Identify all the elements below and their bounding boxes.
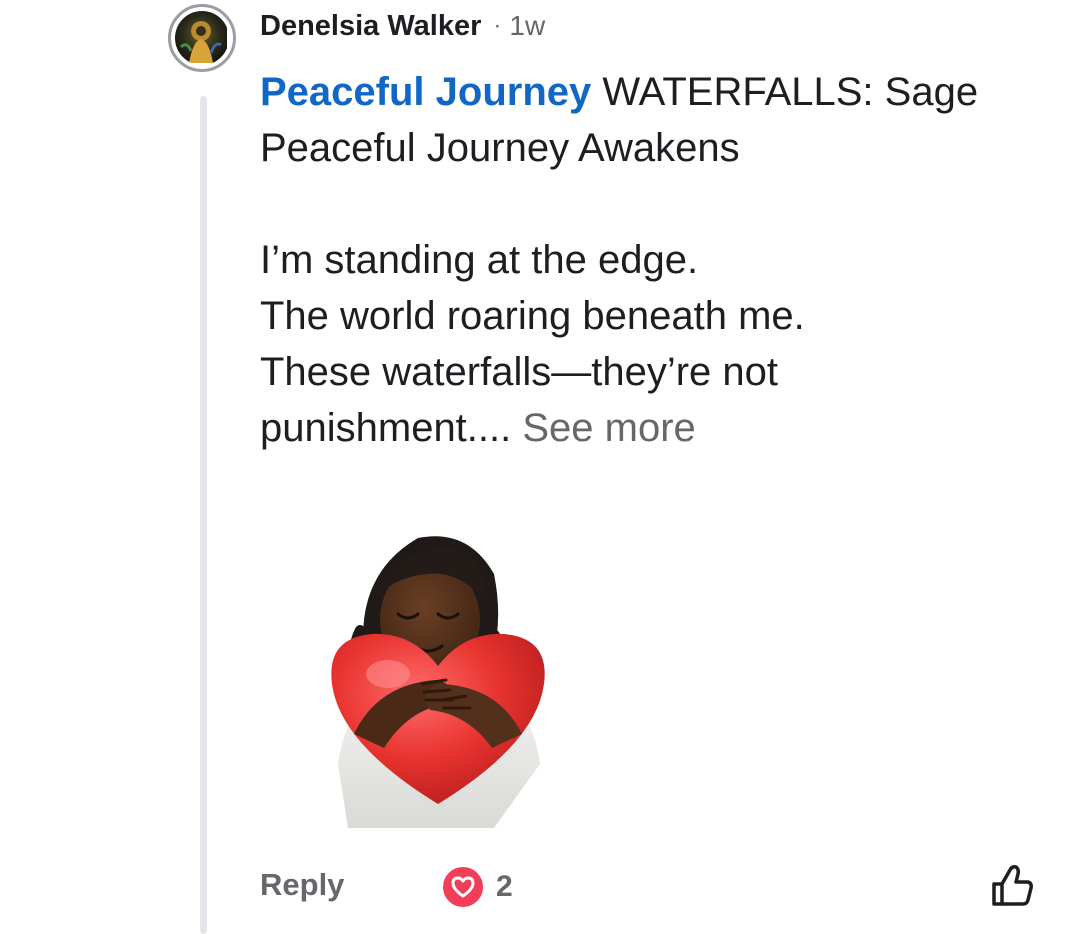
comment-timestamp[interactable]: 1w	[509, 10, 545, 42]
avatar-image	[175, 11, 229, 65]
comment-line: These waterfalls—they’re not	[260, 350, 779, 394]
comment-line: The world roaring beneath me.	[260, 294, 805, 338]
comment-title-line: Peaceful Journey WATERFALLS: Sage Peacef…	[260, 64, 1040, 176]
thumbs-up-icon[interactable]	[988, 862, 1036, 910]
comment-line: punishment....	[260, 406, 512, 450]
see-more-link[interactable]: See more	[511, 406, 695, 450]
love-reaction-icon	[440, 864, 486, 910]
comment-header: Denelsia Walker · 1w	[260, 6, 545, 46]
comment-line: I’m standing at the edge.	[260, 238, 699, 282]
hug-heart-sticker[interactable]	[318, 534, 558, 828]
comment-actions: Reply	[260, 862, 344, 908]
comment-body: Peaceful Journey WATERFALLS: Sage Peacef…	[260, 64, 1040, 456]
mention-link[interactable]: Peaceful Journey	[260, 70, 591, 114]
reply-button[interactable]: Reply	[260, 867, 344, 903]
header-separator: ·	[493, 12, 502, 39]
thread-line	[200, 96, 207, 934]
avatar[interactable]	[168, 4, 236, 72]
author-name[interactable]: Denelsia Walker	[260, 10, 481, 43]
comment-last-line: punishment.... See more	[260, 400, 1040, 456]
reaction-count: 2	[496, 870, 513, 903]
reaction-summary[interactable]: 2	[440, 864, 513, 910]
